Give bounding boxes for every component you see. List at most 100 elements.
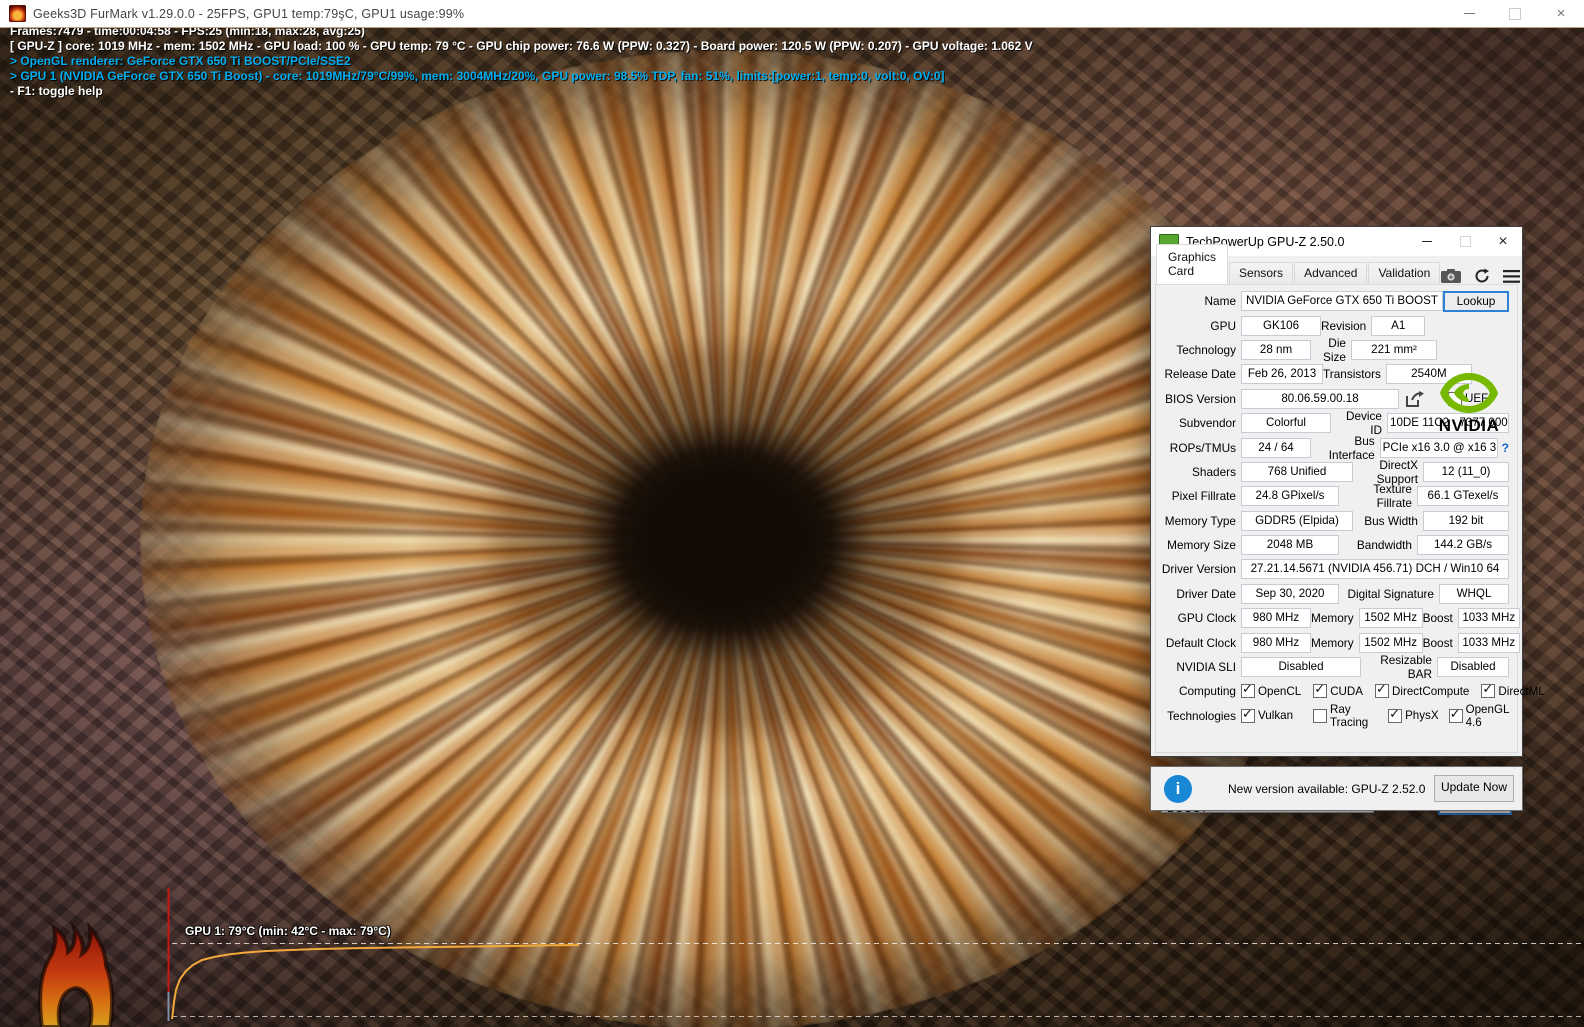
row-default-clock: Default Clock 980 MHz Memory 1502 MHz Bo…: [1158, 630, 1520, 654]
minimize-icon: [1463, 13, 1475, 14]
directcompute-label: DirectCompute: [1392, 684, 1470, 698]
vulkan-checkbox[interactable]: [1241, 707, 1255, 723]
refresh-icon[interactable]: [1474, 268, 1490, 284]
default-clock-label: Default Clock: [1165, 635, 1236, 650]
gpuz-tab-bar: Graphics Card Sensors Advanced Validatio…: [1156, 244, 1521, 284]
tab-validation[interactable]: Validation: [1368, 262, 1441, 284]
bus-width-label: Bus Width: [1364, 513, 1418, 528]
name-value: NVIDIA GeForce GTX 650 Ti BOOST: [1241, 291, 1443, 312]
furmark-window: Geeks3D FurMark v1.29.0.0 - 25FPS, GPU1 …: [0, 0, 1584, 1027]
default-clock-value: 980 MHz: [1241, 632, 1311, 653]
row-gpu-clock: GPU Clock 980 MHz Memory 1502 MHz Boost …: [1158, 606, 1520, 630]
nvidia-sli-value: Disabled: [1241, 657, 1361, 678]
pixel-fillrate-label: Pixel Fillrate: [1171, 489, 1236, 504]
pixel-fillrate-value: 24.8 GPixel/s: [1241, 486, 1339, 507]
row-gpu: GPU GK106 Revision A1: [1158, 313, 1515, 337]
maximize-icon: [1459, 236, 1471, 247]
gpu-clock-label: GPU Clock: [1177, 611, 1236, 626]
revision-value: A1: [1371, 315, 1426, 336]
texture-fillrate-label: Texture Fillrate: [1373, 482, 1412, 511]
gpuz-window: TechPowerUp GPU-Z 2.50.0 × Graphics Card…: [1150, 226, 1545, 815]
nvidia-logo-text: NVIDIA: [1438, 416, 1500, 435]
update-now-button[interactable]: Update Now: [1434, 775, 1514, 802]
default-boost-clock-value: 1033 MHz: [1457, 632, 1520, 653]
default-memory-clock-label: Memory: [1311, 635, 1354, 650]
driver-date-value: Sep 30, 2020: [1241, 583, 1339, 604]
memory-size-value: 2048 MB: [1241, 535, 1339, 556]
row-shaders: Shaders 768 Unified DirectX Support 12 (…: [1158, 458, 1515, 486]
directml-checkbox[interactable]: [1481, 682, 1496, 699]
driver-version-value: 27.21.14.5671 (NVIDIA 456.71) DCH / Win1…: [1241, 559, 1509, 580]
maximize-button[interactable]: [1492, 0, 1538, 27]
tab-advanced[interactable]: Advanced: [1294, 262, 1368, 284]
cuda-label: CUDA: [1330, 684, 1364, 698]
directx-support-value: 12 (11_0): [1423, 461, 1509, 482]
tab-sensors[interactable]: Sensors: [1229, 262, 1294, 284]
row-memory-type: Memory Type GDDR5 (Elpida) Bus Width 192…: [1158, 509, 1515, 533]
tab-graphics-card[interactable]: Graphics Card: [1156, 244, 1229, 284]
bios-export-icon[interactable]: [1406, 390, 1424, 407]
gpuz-minimize-button[interactable]: [1408, 227, 1446, 256]
ray-tracing-checkbox[interactable]: [1313, 708, 1328, 723]
cuda-checkbox[interactable]: [1313, 682, 1328, 699]
default-memory-clock-value: 1502 MHz: [1358, 632, 1423, 653]
info-icon: i: [1164, 774, 1192, 803]
nvidia-sli-label: NVIDIA SLI: [1176, 660, 1236, 675]
maximize-icon: [1509, 7, 1521, 20]
update-notification-panel: i New version available: GPU-Z 2.52.0 Up…: [1150, 766, 1523, 811]
subvendor-value: Colorful: [1241, 413, 1331, 434]
gpu-value: GK106: [1241, 315, 1321, 336]
osd-gpuz-stats: [ GPU-Z ] core: 1019 MHz - mem: 1502 MHz…: [10, 39, 1033, 53]
close-button[interactable]: ×: [1538, 0, 1584, 27]
shaders-value: 768 Unified: [1241, 461, 1353, 482]
physx-checkbox[interactable]: [1388, 707, 1403, 723]
osd-gpu1-stats: > GPU 1 (NVIDIA GeForce GTX 650 Ti Boost…: [10, 69, 945, 83]
memory-size-label: Memory Size: [1167, 538, 1236, 553]
update-message: New version available: GPU-Z 2.52.0: [1228, 781, 1426, 796]
screenshot-camera-icon[interactable]: [1441, 269, 1462, 283]
revision-label: Revision: [1321, 318, 1367, 333]
shaders-label: Shaders: [1192, 464, 1236, 479]
opengl46-checkbox[interactable]: [1448, 707, 1463, 723]
close-icon: ×: [1498, 232, 1508, 250]
furmark-titlebar: Geeks3D FurMark v1.29.0.0 - 25FPS, GPU1 …: [0, 0, 1584, 28]
gpu-label: GPU: [1210, 318, 1236, 333]
driver-version-label: Driver Version: [1161, 562, 1236, 577]
driver-date-label: Driver Date: [1176, 586, 1236, 601]
ray-tracing-label: Ray Tracing: [1330, 702, 1369, 729]
graphics-card-tab-page: Name NVIDIA GeForce GTX 650 Ti BOOST Loo…: [1155, 284, 1545, 815]
furmark-window-title: Geeks3D FurMark v1.29.0.0 - 25FPS, GPU1 …: [33, 6, 465, 21]
row-memory-size: Memory Size 2048 MB Bandwidth 144.2 GB/s: [1158, 533, 1515, 557]
memory-clock-label: Memory: [1311, 611, 1354, 626]
menu-hamburger-icon[interactable]: [1503, 269, 1521, 283]
boost-clock-value: 1033 MHz: [1457, 608, 1520, 629]
gpuz-maximize-button[interactable]: [1446, 227, 1484, 256]
lookup-button[interactable]: Lookup: [1443, 290, 1509, 312]
physx-label: PhysX: [1405, 709, 1439, 723]
memory-type-value: GDDR5 (Elpida): [1241, 510, 1353, 531]
rops-tmus-value: 24 / 64: [1241, 437, 1311, 458]
bios-version-value: 80.06.59.00.18: [1241, 388, 1399, 409]
technology-label: Technology: [1176, 342, 1236, 357]
computing-label: Computing: [1178, 684, 1236, 699]
directcompute-checkbox[interactable]: [1375, 682, 1390, 699]
row-technologies: Technologies Vulkan Ray Tracing PhysX Op…: [1158, 702, 1515, 729]
die-size-label: Die Size: [1323, 335, 1346, 364]
release-date-label: Release Date: [1164, 367, 1236, 382]
rops-tmus-label: ROPs/TMUs: [1169, 440, 1236, 455]
digital-signature-value: WHQL: [1439, 583, 1509, 604]
transistors-label: Transistors: [1323, 367, 1381, 382]
gpuz-close-button[interactable]: ×: [1484, 227, 1522, 256]
memory-type-label: Memory Type: [1164, 513, 1236, 528]
technologies-label: Technologies: [1167, 708, 1236, 723]
technology-value: 28 nm: [1241, 339, 1311, 360]
opencl-checkbox[interactable]: [1241, 682, 1255, 699]
furmark-flame-logo: [38, 921, 115, 1027]
bus-width-value: 192 bit: [1423, 510, 1509, 531]
row-technology: Technology 28 nm Die Size 221 mm²: [1158, 335, 1515, 364]
resizable-bar-label: Resizable BAR: [1380, 653, 1432, 682]
minimize-button[interactable]: [1446, 0, 1492, 27]
opengl46-label: OpenGL 4.6: [1465, 702, 1509, 729]
opencl-label: OpenCL: [1258, 684, 1302, 698]
row-driver-date: Driver Date Sep 30, 2020 Digital Signatu…: [1158, 582, 1515, 606]
